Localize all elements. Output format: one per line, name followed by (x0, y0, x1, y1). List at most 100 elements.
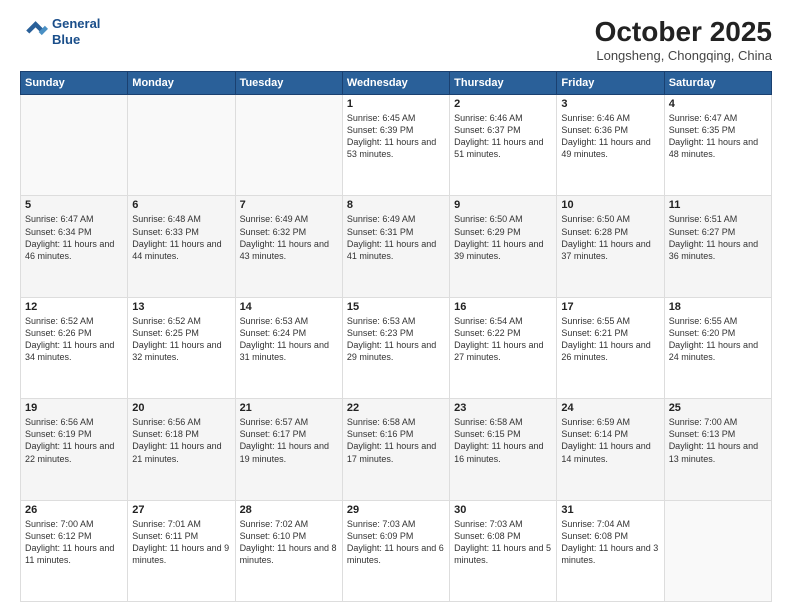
cell-info: Daylight: 11 hours and 8 minutes. (240, 542, 338, 566)
day-number: 9 (454, 199, 552, 211)
cell-info: Sunset: 6:09 PM (347, 530, 445, 542)
calendar-cell: 16Sunrise: 6:54 AMSunset: 6:22 PMDayligh… (450, 297, 557, 398)
cell-info: Sunset: 6:21 PM (561, 327, 659, 339)
calendar-cell: 26Sunrise: 7:00 AMSunset: 6:12 PMDayligh… (21, 500, 128, 601)
calendar-cell: 8Sunrise: 6:49 AMSunset: 6:31 PMDaylight… (342, 196, 449, 297)
calendar-cell: 15Sunrise: 6:53 AMSunset: 6:23 PMDayligh… (342, 297, 449, 398)
cell-info: Sunrise: 7:02 AM (240, 518, 338, 530)
cell-info: Sunrise: 6:53 AM (240, 315, 338, 327)
calendar-cell: 2Sunrise: 6:46 AMSunset: 6:37 PMDaylight… (450, 95, 557, 196)
calendar-cell: 23Sunrise: 6:58 AMSunset: 6:15 PMDayligh… (450, 399, 557, 500)
cell-info: Sunrise: 6:55 AM (561, 315, 659, 327)
calendar-cell (128, 95, 235, 196)
day-header-sunday: Sunday (21, 72, 128, 95)
day-number: 25 (669, 402, 767, 414)
cell-info: Sunrise: 6:53 AM (347, 315, 445, 327)
cell-info: Daylight: 11 hours and 24 minutes. (669, 339, 767, 363)
cell-info: Daylight: 11 hours and 14 minutes. (561, 440, 659, 464)
cell-info: Daylight: 11 hours and 31 minutes. (240, 339, 338, 363)
cell-info: Daylight: 11 hours and 48 minutes. (669, 136, 767, 160)
calendar-cell: 22Sunrise: 6:58 AMSunset: 6:16 PMDayligh… (342, 399, 449, 500)
day-number: 13 (132, 301, 230, 313)
day-number: 1 (347, 98, 445, 110)
day-number: 10 (561, 199, 659, 211)
calendar-cell: 25Sunrise: 7:00 AMSunset: 6:13 PMDayligh… (664, 399, 771, 500)
day-number: 27 (132, 504, 230, 516)
cell-info: Sunrise: 6:50 AM (454, 213, 552, 225)
cell-info: Daylight: 11 hours and 34 minutes. (25, 339, 123, 363)
day-header-tuesday: Tuesday (235, 72, 342, 95)
calendar-cell: 17Sunrise: 6:55 AMSunset: 6:21 PMDayligh… (557, 297, 664, 398)
calendar-cell: 6 Sunrise: 6:48 AMSunset: 6:33 PMDaylight… (128, 196, 235, 297)
cell-info: Sunset: 6:08 PM (454, 530, 552, 542)
cell-info: Sunrise: 6:55 AM (669, 315, 767, 327)
day-number: 28 (240, 504, 338, 516)
calendar-cell: 13Sunrise: 6:52 AMSunset: 6:25 PMDayligh… (128, 297, 235, 398)
cell-info: Daylight: 11 hours and 53 minutes. (347, 136, 445, 160)
day-number: 11 (669, 199, 767, 211)
cell-info: Daylight: 11 hours and 19 minutes. (240, 440, 338, 464)
cell-info: Sunrise: 6:47 AM (669, 112, 767, 124)
cell-info: Sunset: 6:29 PM (454, 226, 552, 238)
cell-info: Daylight: 11 hours and 11 minutes. (25, 542, 123, 566)
calendar-cell: 27Sunrise: 7:01 AMSunset: 6:11 PMDayligh… (128, 500, 235, 601)
header: General Blue October 2025 Longsheng, Cho… (20, 16, 772, 63)
day-header-thursday: Thursday (450, 72, 557, 95)
cell-info: Daylight: 11 hours and 41 minutes. (347, 238, 445, 262)
week-row-5: 26Sunrise: 7:00 AMSunset: 6:12 PMDayligh… (21, 500, 772, 601)
day-number: 2 (454, 98, 552, 110)
cell-info: Daylight: 11 hours and 36 minutes. (669, 238, 767, 262)
cell-info: Sunset: 6:31 PM (347, 226, 445, 238)
cell-info: Sunset: 6:35 PM (669, 124, 767, 136)
cell-info: Sunrise: 6:54 AM (454, 315, 552, 327)
cell-info: Daylight: 11 hours and 3 minutes. (561, 542, 659, 566)
cell-info: Sunset: 6:34 PM (25, 226, 123, 238)
cell-info: Sunrise: 6:58 AM (454, 416, 552, 428)
day-header-friday: Friday (557, 72, 664, 95)
cell-info: Daylight: 11 hours and 21 minutes. (132, 440, 230, 464)
cell-info: Sunrise: 6:48 AM (132, 213, 230, 225)
calendar-cell: 10Sunrise: 6:50 AMSunset: 6:28 PMDayligh… (557, 196, 664, 297)
cell-info: Sunrise: 6:47 AM (25, 213, 123, 225)
day-number: 8 (347, 199, 445, 211)
calendar-cell: 4Sunrise: 6:47 AMSunset: 6:35 PMDaylight… (664, 95, 771, 196)
cell-info: Sunset: 6:20 PM (669, 327, 767, 339)
title-block: October 2025 Longsheng, Chongqing, China (595, 16, 772, 63)
day-number: 24 (561, 402, 659, 414)
week-row-3: 12Sunrise: 6:52 AMSunset: 6:26 PMDayligh… (21, 297, 772, 398)
calendar: SundayMondayTuesdayWednesdayThursdayFrid… (20, 71, 772, 602)
day-number: 6 (132, 199, 230, 211)
cell-info: Sunrise: 6:46 AM (561, 112, 659, 124)
calendar-cell: 28Sunrise: 7:02 AMSunset: 6:10 PMDayligh… (235, 500, 342, 601)
cell-info: Sunrise: 6:59 AM (561, 416, 659, 428)
cell-info: Sunset: 6:28 PM (561, 226, 659, 238)
cell-info: Sunrise: 6:57 AM (240, 416, 338, 428)
calendar-cell: 18Sunrise: 6:55 AMSunset: 6:20 PMDayligh… (664, 297, 771, 398)
cell-info: Daylight: 11 hours and 5 minutes. (454, 542, 552, 566)
calendar-cell: 24Sunrise: 6:59 AMSunset: 6:14 PMDayligh… (557, 399, 664, 500)
cell-info: Daylight: 11 hours and 44 minutes. (132, 238, 230, 262)
cell-info: Sunset: 6:33 PM (132, 226, 230, 238)
cell-info: Sunrise: 7:03 AM (347, 518, 445, 530)
cell-info: Daylight: 11 hours and 51 minutes. (454, 136, 552, 160)
week-row-2: 5Sunrise: 6:47 AMSunset: 6:34 PMDaylight… (21, 196, 772, 297)
day-number: 20 (132, 402, 230, 414)
calendar-header-row: SundayMondayTuesdayWednesdayThursdayFrid… (21, 72, 772, 95)
cell-info: Sunrise: 6:56 AM (132, 416, 230, 428)
cell-info: Daylight: 11 hours and 37 minutes. (561, 238, 659, 262)
cell-info: Sunset: 6:11 PM (132, 530, 230, 542)
day-number: 16 (454, 301, 552, 313)
cell-info: Sunset: 6:17 PM (240, 428, 338, 440)
day-number: 12 (25, 301, 123, 313)
calendar-cell: 7Sunrise: 6:49 AMSunset: 6:32 PMDaylight… (235, 196, 342, 297)
cell-info: Daylight: 11 hours and 32 minutes. (132, 339, 230, 363)
calendar-cell: 1Sunrise: 6:45 AMSunset: 6:39 PMDaylight… (342, 95, 449, 196)
day-number: 29 (347, 504, 445, 516)
cell-info: Daylight: 11 hours and 26 minutes. (561, 339, 659, 363)
cell-info: Sunrise: 6:49 AM (240, 213, 338, 225)
calendar-cell: 30Sunrise: 7:03 AMSunset: 6:08 PMDayligh… (450, 500, 557, 601)
day-number: 31 (561, 504, 659, 516)
cell-info: Sunrise: 7:03 AM (454, 518, 552, 530)
cell-info: Sunset: 6:36 PM (561, 124, 659, 136)
logo-icon (20, 18, 48, 46)
